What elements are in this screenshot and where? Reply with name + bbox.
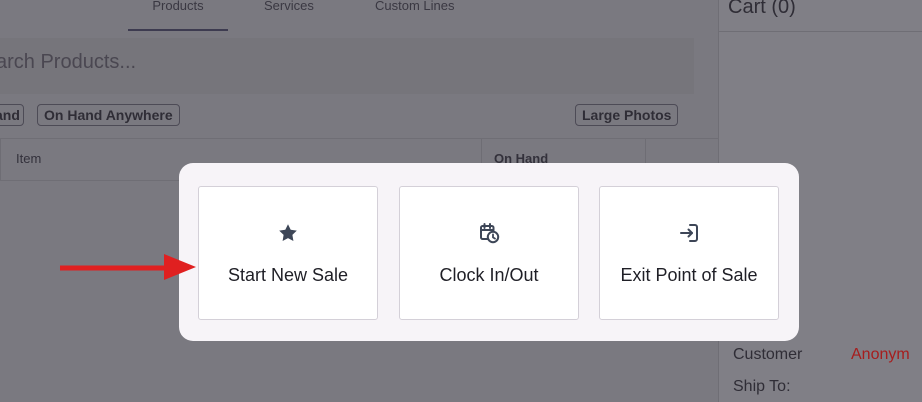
customer-label: Customer <box>733 346 803 363</box>
cart-title: Cart (0) <box>728 0 796 18</box>
product-tabs: Products Services Custom Lines <box>0 0 718 32</box>
tab-custom-lines[interactable]: Custom Lines <box>375 0 454 13</box>
star-icon <box>279 224 297 241</box>
product-search-input[interactable]: arch Products... <box>0 38 694 94</box>
tab-products[interactable]: Products <box>128 0 228 31</box>
start-new-sale-button[interactable]: Start New Sale <box>198 186 378 320</box>
ship-to-label: Ship To: <box>733 378 791 395</box>
customer-value[interactable]: Anonym <box>851 346 910 364</box>
tab-services[interactable]: Services <box>264 0 314 13</box>
exit-point-of-sale-label: Exit Point of Sale <box>620 265 758 285</box>
large-photos-button[interactable]: Large Photos <box>575 104 679 126</box>
exit-icon <box>680 224 698 242</box>
clock-in-out-button[interactable]: Clock In/Out <box>399 186 579 320</box>
column-divider <box>0 139 1 181</box>
cart-divider <box>719 31 922 32</box>
calendar-clock-icon <box>480 223 500 244</box>
filter-row: and On Hand Anywhere Large Photos <box>0 104 694 128</box>
clock-in-out-label: Clock In/Out <box>439 265 539 285</box>
start-options-modal: Start New Sale Clock In/Out Exit Point o… <box>179 163 799 341</box>
search-placeholder: arch Products... <box>0 51 137 73</box>
on-hand-anywhere-filter-button[interactable]: On Hand Anywhere <box>37 104 180 126</box>
item-column-header[interactable]: Item <box>16 151 41 166</box>
exit-point-of-sale-button[interactable]: Exit Point of Sale <box>599 186 779 320</box>
start-new-sale-label: Start New Sale <box>227 265 349 285</box>
on-hand-filter-button[interactable]: and <box>0 104 24 126</box>
red-arrow-icon <box>60 254 196 280</box>
